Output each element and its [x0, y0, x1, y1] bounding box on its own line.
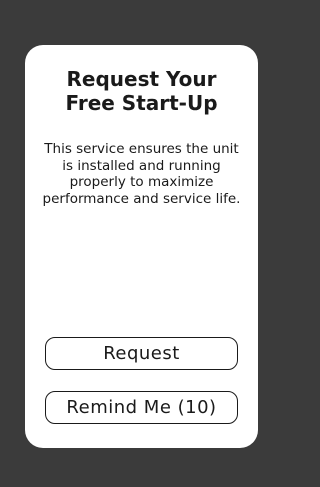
remind-me-button[interactable]: Remind Me (10) [45, 391, 238, 424]
dialog-title-line-1: Request Your [66, 67, 217, 91]
dialog-description: This service ensures the unit is install… [42, 141, 241, 207]
request-button[interactable]: Request [45, 337, 238, 370]
dialog-title: Request Your Free Start-Up [25, 67, 258, 115]
dialog-title-line-2: Free Start-Up [65, 91, 218, 115]
startup-request-dialog: Request Your Free Start-Up This service … [25, 45, 258, 448]
